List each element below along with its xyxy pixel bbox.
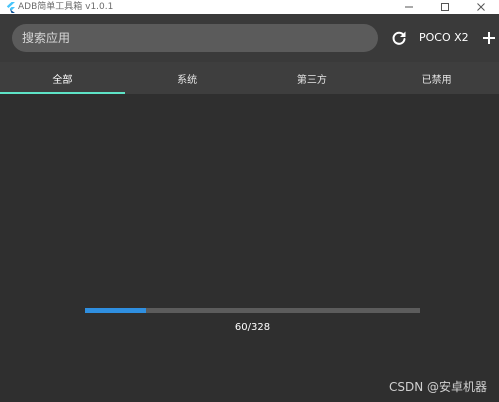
minimize-icon [405, 6, 413, 8]
toolbar: POCO X2 [0, 14, 499, 62]
title-bar: ADB简单工具箱 v1.0.1 [0, 0, 499, 14]
tab-third-party[interactable]: 第三方 [250, 62, 375, 94]
tab-bar: 全部 系统 第三方 已禁用 [0, 62, 499, 94]
tab-all-label: 全部 [52, 74, 73, 86]
tab-system[interactable]: 系统 [125, 62, 250, 94]
loading-progress-bar [85, 308, 420, 313]
window-title: ADB简单工具箱 v1.0.1 [18, 2, 114, 12]
close-icon [477, 3, 485, 11]
close-button[interactable] [463, 0, 499, 14]
progress-fill [85, 308, 147, 313]
tab-disabled-label: 已禁用 [421, 74, 452, 86]
plus-icon [483, 32, 495, 44]
tab-disabled[interactable]: 已禁用 [374, 62, 499, 94]
minimize-button[interactable] [391, 0, 427, 14]
tab-active-indicator [0, 92, 125, 94]
tab-third-party-label: 第三方 [296, 74, 327, 86]
flutter-logo-icon [5, 1, 15, 13]
tab-system-label: 系统 [177, 74, 198, 86]
refresh-button[interactable] [389, 28, 409, 48]
device-name[interactable]: POCO X2 [419, 30, 469, 46]
maximize-icon [441, 3, 449, 11]
add-device-button[interactable] [480, 28, 498, 48]
search-input[interactable] [12, 24, 378, 52]
maximize-button[interactable] [427, 0, 463, 14]
watermark: CSDN @安卓机器 [388, 380, 487, 394]
refresh-icon [392, 31, 406, 45]
tab-all[interactable]: 全部 [0, 62, 125, 94]
window-controls [391, 0, 499, 14]
progress-count: 60/328 [234, 322, 271, 333]
